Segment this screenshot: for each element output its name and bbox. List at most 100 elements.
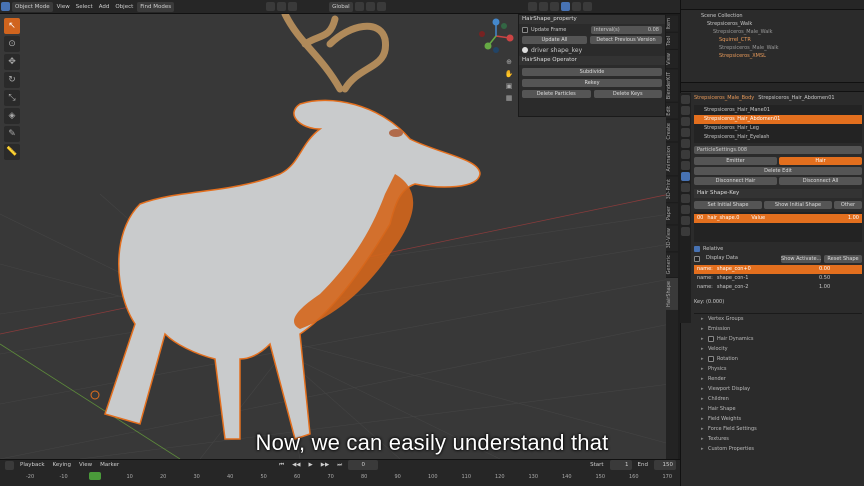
list-item[interactable]: Strepsiceros_Hair_Mane01	[694, 106, 862, 115]
tab-edit[interactable]: Edit	[666, 102, 678, 119]
output-props-icon[interactable]	[681, 117, 690, 126]
particle-settings-field[interactable]: ParticleSettings.008	[694, 146, 862, 154]
delete-particles-button[interactable]: Delete Particles	[522, 90, 591, 98]
outliner-item[interactable]: Strepsiceros_Male_Walk	[701, 44, 860, 52]
render-props-icon[interactable]	[681, 106, 690, 115]
jump-start-icon[interactable]: ⏮	[276, 460, 287, 470]
value-field[interactable]: 1.00	[848, 214, 859, 223]
tab-3d-print[interactable]: 3D-Print	[666, 174, 678, 203]
shading-wire-icon[interactable]	[549, 2, 559, 11]
scale-icon[interactable]: ⤡	[4, 90, 20, 106]
navigation-gizmo[interactable]	[476, 16, 516, 56]
grid-icon[interactable]: ▦	[504, 93, 514, 103]
pivot-icon[interactable]	[354, 2, 364, 11]
rotate-icon[interactable]: ↻	[4, 72, 20, 88]
tab-create[interactable]: Create	[666, 118, 678, 143]
tab-tool[interactable]: Tool	[666, 32, 678, 50]
section-rotation[interactable]: Rotation	[694, 354, 862, 364]
move-icon[interactable]: ✥	[4, 54, 20, 70]
data-props-icon[interactable]	[681, 205, 690, 214]
object-props-icon[interactable]	[681, 150, 690, 159]
transform-orientation-dropdown[interactable]: Global	[329, 1, 353, 12]
outliner[interactable]: Scene Collection Strepsiceros_Walk Strep…	[681, 10, 864, 82]
hair-toggle[interactable]: Hair	[779, 157, 862, 165]
texture-props-icon[interactable]	[681, 227, 690, 236]
view-menu[interactable]: View	[76, 460, 95, 470]
shape-value[interactable]: 1.00	[819, 283, 859, 292]
menu-object[interactable]: Object	[112, 2, 136, 12]
camera-icon[interactable]: ▣	[504, 81, 514, 91]
section-viewport-display[interactable]: Viewport Display	[694, 384, 862, 394]
hairshape-property-header[interactable]: HairShape_property	[519, 15, 665, 24]
detect-previous-button[interactable]: Detect Previous Version	[590, 36, 662, 44]
tab-hairshape[interactable]: HairShape	[666, 277, 678, 311]
jump-end-icon[interactable]: ⏭	[334, 460, 345, 470]
section-velocity[interactable]: Velocity	[694, 344, 862, 354]
delete-keys-button[interactable]: Delete Keys	[593, 90, 662, 98]
menu-select[interactable]: Select	[73, 2, 96, 12]
tab-generic[interactable]: Generic	[666, 250, 678, 278]
xray-icon[interactable]	[538, 2, 548, 11]
constraint-props-icon[interactable]	[681, 194, 690, 203]
particle-props-icon[interactable]	[681, 172, 690, 181]
overlay-icon[interactable]	[527, 2, 537, 11]
transform-icon[interactable]: ◈	[4, 108, 20, 124]
timeline[interactable]: Playback Keying View Marker ⏮ ◀◀ ▶ ▶▶ ⏭ …	[0, 459, 680, 486]
section-render[interactable]: Render	[694, 374, 862, 384]
tab-view[interactable]: View	[666, 49, 678, 68]
physics-props-icon[interactable]	[681, 183, 690, 192]
start-field[interactable]: 1	[609, 460, 632, 470]
snap-icon[interactable]	[365, 2, 375, 11]
shading-solid-icon[interactable]	[560, 2, 570, 11]
current-frame-field[interactable]: 0	[348, 460, 379, 470]
relative-checkbox[interactable]	[694, 245, 700, 252]
prev-key-icon[interactable]: ◀◀	[289, 460, 303, 470]
editor-type-icon[interactable]	[1, 2, 10, 11]
playback-menu[interactable]: Playback	[17, 460, 48, 470]
subdivide-button[interactable]: Subdivide	[522, 68, 662, 76]
proportional-icon[interactable]	[376, 2, 386, 11]
measure-icon[interactable]: 📏	[4, 144, 20, 160]
keying-menu[interactable]: Keying	[50, 460, 74, 470]
playhead[interactable]	[89, 472, 101, 480]
set-initial-shape-button[interactable]: Set Initial Shape	[694, 201, 762, 209]
shading-material-icon[interactable]	[571, 2, 581, 11]
show-initial-shape-button[interactable]: Show Initial Shape	[764, 201, 832, 209]
menu-view[interactable]: View	[54, 2, 73, 12]
zoom-icon[interactable]: ⊕	[504, 57, 514, 67]
modifier-props-icon[interactable]	[681, 161, 690, 170]
shading-render-icon[interactable]	[582, 2, 592, 11]
shape-key-row[interactable]: 00 hair_shape.0 Value 1.00	[694, 214, 862, 223]
rekey-button[interactable]: Rekey	[522, 79, 662, 87]
menu-add[interactable]: Add	[96, 2, 113, 12]
tab-3d-view[interactable]: 3D-View	[666, 223, 678, 251]
annotate-icon[interactable]: ✎	[4, 126, 20, 142]
cursor-3d-icon[interactable]: ⊙	[4, 36, 20, 52]
tab-animation[interactable]: Animation	[666, 142, 678, 175]
timeline-editor-icon[interactable]	[5, 460, 14, 470]
shape-row[interactable]: name: shape_con-1 0.50	[694, 274, 862, 283]
tab-paper[interactable]: Paper	[666, 202, 678, 224]
display-data-checkbox[interactable]	[694, 255, 700, 262]
reset-shape-button[interactable]: Reset Shape	[824, 254, 862, 263]
tool-props-icon[interactable]	[681, 95, 690, 104]
hairshape-operator-header[interactable]: HairShape Operator	[519, 56, 665, 65]
mode-dropdown[interactable]: Object Mode	[12, 1, 53, 12]
tab-item[interactable]: Item	[666, 14, 678, 33]
shape-value[interactable]: 0.50	[819, 274, 859, 283]
select-extend-icon[interactable]	[277, 2, 287, 11]
end-field[interactable]: 150	[654, 460, 676, 470]
shape-value[interactable]: 0.00	[819, 265, 859, 274]
disconnect-all-button[interactable]: Disconnect All	[779, 177, 862, 185]
select-cursor-icon[interactable]: ↖	[4, 18, 20, 34]
show-activate-button[interactable]: Show Activate...	[781, 254, 821, 263]
material-props-icon[interactable]	[681, 216, 690, 225]
world-props-icon[interactable]	[681, 139, 690, 148]
list-item[interactable]: Strepsiceros_Hair_Abdomen01	[694, 115, 862, 124]
marker-menu[interactable]: Marker	[97, 460, 122, 470]
select-subtract-icon[interactable]	[288, 2, 298, 11]
shape-row[interactable]: name: shape_con+0 0.00	[694, 265, 862, 274]
update-frame-checkbox[interactable]	[522, 27, 528, 33]
emitter-toggle[interactable]: Emitter	[694, 157, 777, 165]
outliner-item[interactable]: Squirrel_CTR	[701, 36, 860, 44]
